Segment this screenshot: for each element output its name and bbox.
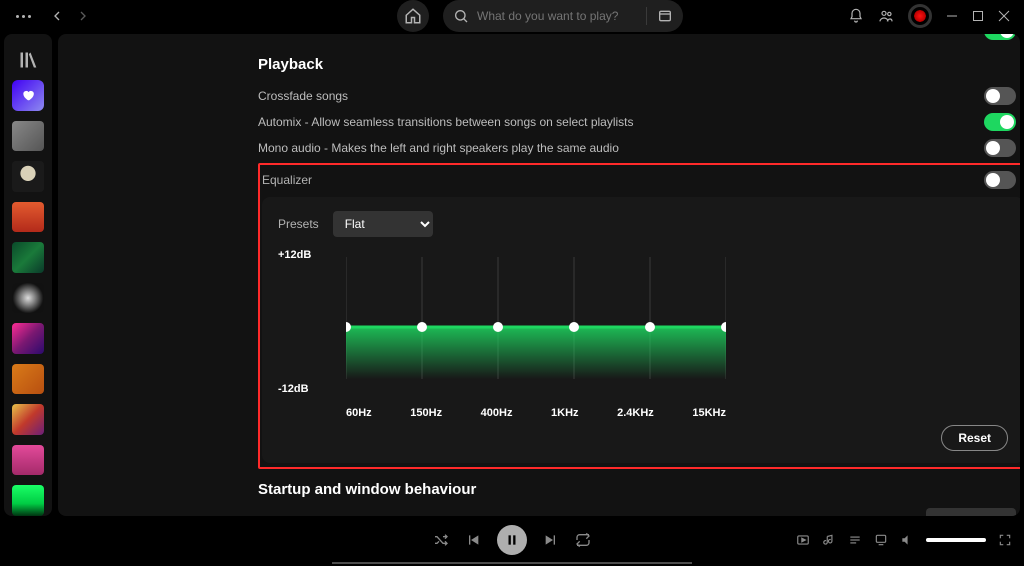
settings-panel: Playback Crossfade songs Automix - Allow…: [58, 34, 1020, 516]
library-sidebar: [4, 34, 52, 516]
startup-heading: Startup and window behaviour: [258, 481, 1020, 498]
playlist-thumb[interactable]: [12, 242, 44, 273]
player-bar: [0, 516, 1024, 564]
repeat-icon[interactable]: [575, 532, 591, 548]
setting-open-startup: Open Spotify automatically after you log…: [258, 508, 1020, 516]
search-bar[interactable]: [443, 0, 683, 32]
shuffle-icon[interactable]: [433, 532, 449, 548]
lyrics-icon[interactable]: [822, 533, 836, 547]
playlist-thumb[interactable]: [12, 485, 44, 516]
browse-icon[interactable]: [657, 8, 673, 24]
playlist-thumb[interactable]: [12, 202, 44, 233]
reset-button[interactable]: Reset: [941, 425, 1008, 451]
playlist-thumb[interactable]: [12, 323, 44, 354]
next-icon[interactable]: [543, 532, 559, 548]
mono-toggle[interactable]: [984, 139, 1016, 157]
setting-mono: Mono audio - Makes the left and right sp…: [258, 135, 1020, 161]
queue-icon[interactable]: [848, 533, 862, 547]
equalizer-label: Equalizer: [262, 173, 312, 187]
liked-songs[interactable]: [12, 80, 44, 111]
preset-select[interactable]: Flat: [333, 211, 433, 237]
freq-label: 60Hz: [346, 407, 372, 419]
progress-bar[interactable]: [332, 562, 692, 564]
freq-label: 150Hz: [410, 407, 442, 419]
db-top-label: +12dB: [278, 249, 311, 261]
playlist-thumb[interactable]: [12, 121, 44, 152]
automix-toggle[interactable]: [984, 113, 1016, 131]
open-startup-select[interactable]: Minimized: [926, 508, 1016, 516]
search-input[interactable]: [477, 9, 637, 23]
equalizer-section: Equalizer Presets Flat +12dB -12dB: [258, 163, 1020, 469]
friends-icon[interactable]: [878, 8, 894, 24]
now-playing-view-icon[interactable]: [796, 533, 810, 547]
presets-label: Presets: [278, 217, 319, 231]
playlist-thumb[interactable]: [12, 364, 44, 395]
playlist-thumb[interactable]: [12, 404, 44, 435]
library-icon[interactable]: [18, 50, 38, 70]
previous-icon[interactable]: [465, 532, 481, 548]
menu-dots-icon[interactable]: [16, 15, 31, 18]
db-bottom-label: -12dB: [278, 383, 309, 395]
notifications-icon[interactable]: [848, 8, 864, 24]
connect-device-icon[interactable]: [874, 533, 888, 547]
freq-label: 400Hz: [481, 407, 513, 419]
volume-slider[interactable]: [926, 538, 986, 542]
playlist-thumb[interactable]: [12, 283, 44, 314]
setting-automix: Automix - Allow seamless transitions bet…: [258, 109, 1020, 135]
window-maximize-icon[interactable]: [972, 10, 984, 22]
playlist-thumb[interactable]: [12, 445, 44, 476]
automix-label: Automix - Allow seamless transitions bet…: [258, 115, 634, 129]
nav-forward-icon[interactable]: [75, 8, 91, 24]
home-button[interactable]: [397, 0, 429, 32]
playback-heading: Playback: [258, 56, 1020, 73]
crossfade-label: Crossfade songs: [258, 89, 348, 103]
playlist-thumb[interactable]: [12, 161, 44, 192]
freq-label: 2.4KHz: [617, 407, 654, 419]
search-icon: [453, 8, 469, 24]
mono-label: Mono audio - Makes the left and right sp…: [258, 141, 619, 155]
window-minimize-icon[interactable]: [946, 10, 958, 22]
setting-crossfade: Crossfade songs: [258, 83, 1020, 109]
equalizer-toggle[interactable]: [984, 171, 1016, 189]
equalizer-graph[interactable]: [346, 257, 726, 397]
window-close-icon[interactable]: [998, 10, 1010, 22]
avatar[interactable]: [908, 4, 932, 28]
title-bar: [0, 0, 1024, 32]
freq-label: 1KHz: [551, 407, 579, 419]
prev-setting-toggle[interactable]: [984, 34, 1016, 40]
equalizer-chart[interactable]: +12dB -12dB 60Hz 150Hz 400Hz 1KHz 2.4KHz 15KH…: [278, 249, 1008, 419]
play-pause-button[interactable]: [497, 525, 527, 555]
crossfade-toggle[interactable]: [984, 87, 1016, 105]
nav-back-icon[interactable]: [49, 8, 65, 24]
volume-icon[interactable]: [900, 533, 914, 547]
fullscreen-icon[interactable]: [998, 533, 1012, 547]
freq-label: 15KHz: [692, 407, 726, 419]
